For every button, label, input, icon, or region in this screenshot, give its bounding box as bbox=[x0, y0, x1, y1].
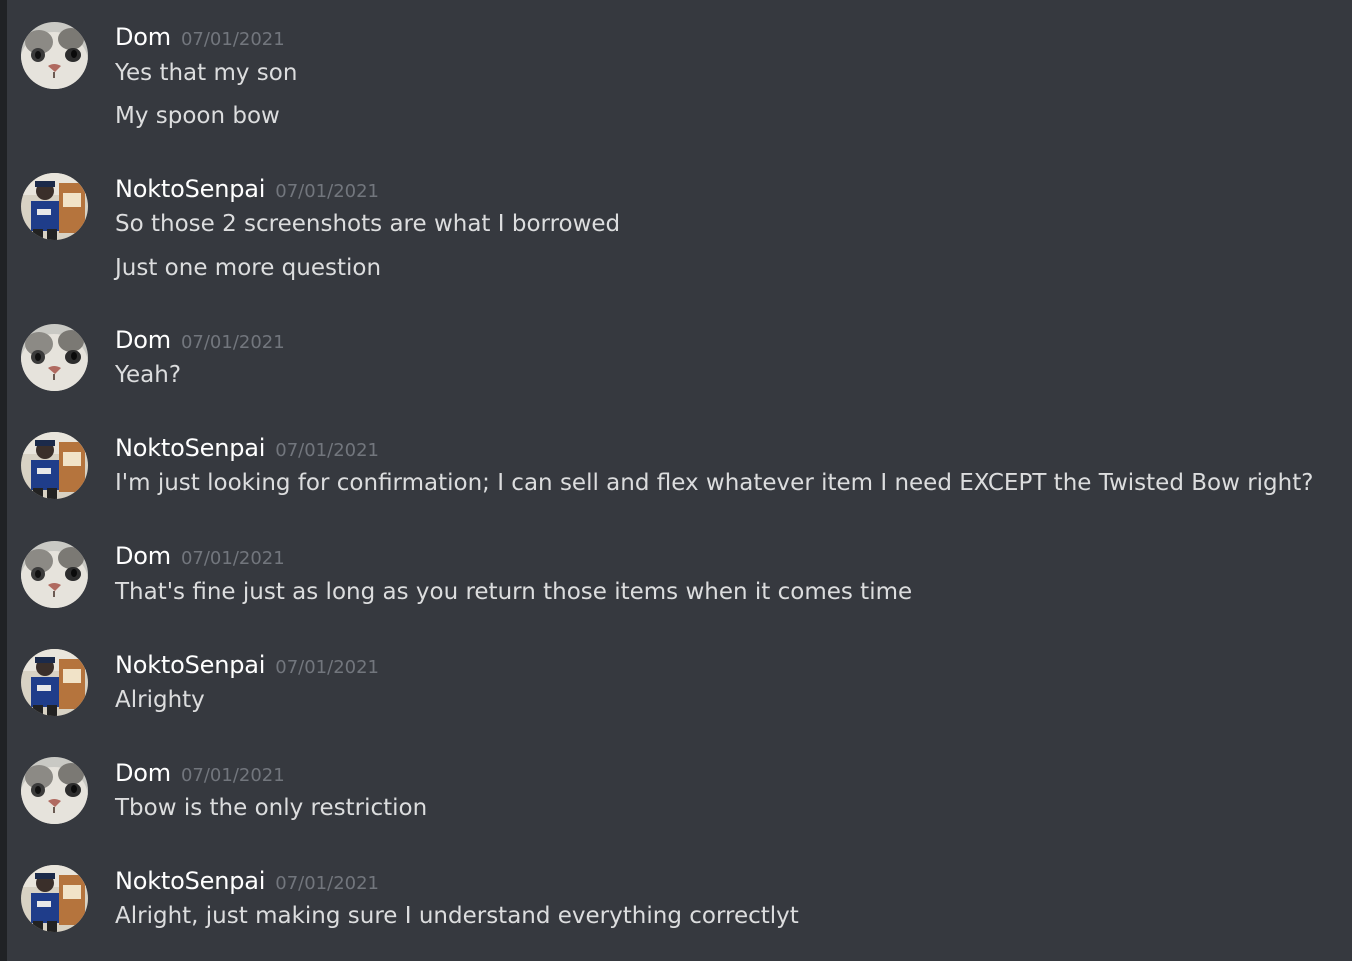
message-text: My spoon bow bbox=[115, 103, 280, 129]
timestamp: 07/01/2021 bbox=[180, 548, 285, 569]
avatar-noktosenpai[interactable] bbox=[21, 865, 88, 932]
person-figure-icon bbox=[21, 432, 88, 499]
timestamp: 07/01/2021 bbox=[180, 332, 285, 353]
avatar-noktosenpai[interactable] bbox=[21, 432, 88, 499]
avatar-dom[interactable] bbox=[21, 757, 88, 824]
avatar-dom[interactable] bbox=[21, 22, 88, 89]
timestamp: 07/01/2021 bbox=[275, 873, 379, 894]
username[interactable]: NoktoSenpai bbox=[115, 434, 265, 462]
message-text: Alright, just making sure I understand e… bbox=[115, 903, 799, 929]
message-text: That's fine just as long as you return t… bbox=[115, 579, 913, 605]
avatar-noktosenpai[interactable] bbox=[21, 173, 88, 240]
username[interactable]: Dom bbox=[115, 542, 171, 570]
cat-face-icon bbox=[21, 757, 88, 824]
message-text: Yes that my son bbox=[115, 60, 298, 86]
username[interactable]: NoktoSenpai bbox=[115, 867, 265, 895]
person-figure-icon bbox=[21, 649, 88, 716]
message-text: So those 2 screenshots are what I borrow… bbox=[115, 211, 621, 237]
username[interactable]: Dom bbox=[115, 326, 171, 354]
message-text: Alrighty bbox=[115, 687, 205, 713]
timestamp: 07/01/2021 bbox=[180, 765, 285, 786]
person-figure-icon bbox=[21, 173, 88, 240]
cat-face-icon bbox=[21, 541, 88, 608]
username[interactable]: Dom bbox=[115, 759, 171, 787]
timestamp: 07/01/2021 bbox=[180, 29, 285, 50]
left-edge-divider bbox=[0, 0, 7, 961]
avatar-dom[interactable] bbox=[21, 324, 88, 391]
cat-face-icon bbox=[21, 324, 88, 391]
username[interactable]: NoktoSenpai bbox=[115, 651, 265, 679]
message-text: Tbow is the only restriction bbox=[115, 795, 428, 821]
timestamp: 07/01/2021 bbox=[275, 657, 379, 678]
timestamp: 07/01/2021 bbox=[275, 440, 379, 461]
cat-face-icon bbox=[21, 22, 88, 89]
avatar-dom[interactable] bbox=[21, 541, 88, 608]
timestamp: 07/01/2021 bbox=[275, 181, 379, 202]
message-text: Yeah? bbox=[115, 362, 182, 388]
avatar-noktosenpai[interactable] bbox=[21, 649, 88, 716]
person-figure-icon bbox=[21, 865, 88, 932]
username[interactable]: Dom bbox=[115, 23, 171, 51]
message-text: Just one more question bbox=[115, 255, 382, 281]
message-text: I'm just looking for confirmation; I can… bbox=[115, 470, 1314, 496]
username[interactable]: NoktoSenpai bbox=[115, 175, 265, 203]
